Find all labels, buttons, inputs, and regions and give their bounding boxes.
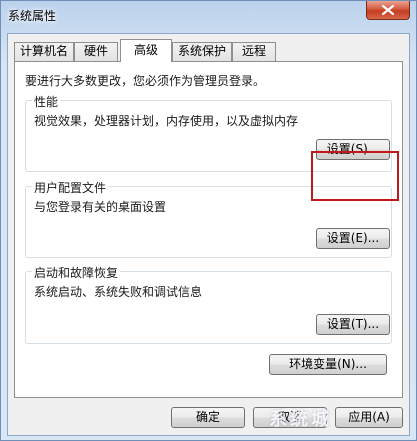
admin-notice: 要进行大多数更改，您必须作为管理员登录。 <box>25 74 266 88</box>
tab-system-protection[interactable]: 系统保护 <box>172 42 232 61</box>
title-bar[interactable]: 系统属性 <box>1 1 416 29</box>
close-icon <box>382 5 394 15</box>
user-profiles-title: 用户配置文件 <box>32 179 109 196</box>
performance-title: 性能 <box>32 93 61 110</box>
tab-hardware[interactable]: 硬件 <box>74 42 118 61</box>
apply-button[interactable]: 应用(A) <box>335 407 403 428</box>
tab-remote[interactable]: 远程 <box>232 42 276 61</box>
user-profiles-settings-button[interactable]: 设置(E)... <box>316 228 390 249</box>
highlight-box <box>311 151 399 201</box>
advanced-tab-panel: 要进行大多数更改，您必须作为管理员登录。 性能 视觉效果，处理器计划，内存使用，… <box>14 61 403 398</box>
ok-button[interactable]: 确定 <box>171 407 245 428</box>
window-title: 系统属性 <box>8 9 57 23</box>
watermark-logo: 系统城 <box>269 405 332 431</box>
tab-computer-name[interactable]: 计算机名 <box>14 42 74 61</box>
system-properties-window: 系统属性 计算机名 硬件 高级 系统保护 远程 要进行大多数更改，您必须作为管理… <box>0 0 417 441</box>
watermark-text: 系统城 <box>269 409 332 430</box>
environment-variables-button[interactable]: 环境变量(N)... <box>269 354 387 375</box>
user-profiles-description: 与您登录有关的桌面设置 <box>34 200 167 214</box>
startup-recovery-settings-button[interactable]: 设置(T)... <box>316 314 390 335</box>
dialog-client-area: 计算机名 硬件 高级 系统保护 远程 要进行大多数更改，您必须作为管理员登录。 … <box>7 33 410 436</box>
startup-recovery-title: 启动和故障恢复 <box>32 264 121 281</box>
startup-recovery-group: 启动和故障恢复 系统启动、系统失败和调试信息 设置(T)... <box>25 264 392 344</box>
close-button[interactable] <box>366 1 410 20</box>
performance-description: 视觉效果，处理器计划，内存使用，以及虚拟内存 <box>34 114 299 128</box>
tab-advanced[interactable]: 高级 <box>120 39 172 62</box>
startup-recovery-description: 系统启动、系统失败和调试信息 <box>34 285 203 299</box>
